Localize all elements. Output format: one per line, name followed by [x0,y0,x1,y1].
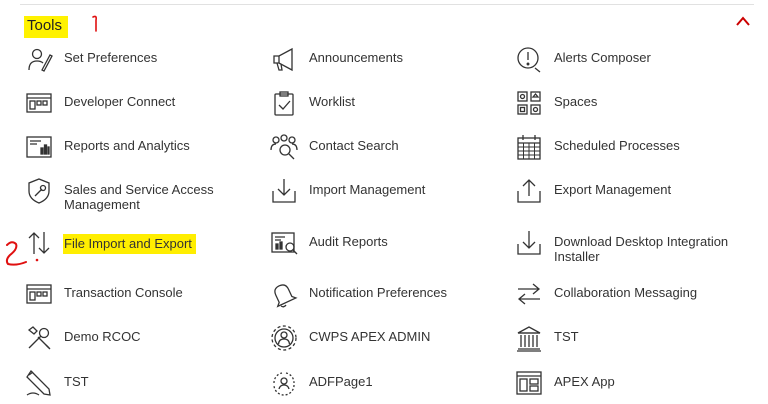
tool-announcements[interactable]: Announcements [270,47,403,73]
tool-label: Collaboration Messaging [554,285,698,300]
tool-transaction-console[interactable]: Transaction Console [25,284,183,308]
up-down-arrows-icon [25,229,53,257]
tool-label: Scheduled Processes [554,138,680,153]
tool-import-management[interactable]: Import Management [270,179,426,205]
tool-scheduled-processes[interactable]: Scheduled Processes [515,135,680,161]
tool-sales-service-access-management[interactable]: Sales and Service Access Management [25,178,254,212]
tool-label: Demo RCOC [64,329,141,344]
tool-reports-and-analytics[interactable]: Reports and Analytics [25,136,190,161]
tool-label: Developer Connect [64,94,176,109]
swap-arrows-icon [515,280,543,308]
tool-label: Worklist [309,94,355,109]
section-title: Tools [24,16,69,38]
gear-user-icon [270,324,298,352]
tool-label: Set Preferences [64,50,158,65]
report-icon [25,133,53,161]
export-icon [515,177,543,205]
bell-icon [270,280,298,308]
tool-label: Notification Preferences [309,285,448,300]
tools-icon [25,324,53,352]
tool-tst-pen[interactable]: TST [25,369,89,397]
tool-label: TST [64,374,89,389]
tool-notification-preferences[interactable]: Notification Preferences [270,284,448,308]
tool-label: Export Management [554,182,672,197]
tool-label: TST [554,329,579,344]
annotation-mark-1 [92,15,97,32]
tool-cwps-apex-admin[interactable]: CWPS APEX ADMIN [270,325,431,352]
building-icon [515,324,543,352]
pen-icon [25,369,53,397]
calendar-icon [515,133,543,161]
app-window-icon [515,369,543,397]
tool-label: APEX App [554,374,615,389]
tool-label: Audit Reports [309,234,388,249]
grid-icon [515,89,543,117]
console-icon [25,89,53,117]
download-icon [515,229,543,257]
tool-label: Alerts Composer [554,50,651,65]
chevron-up-icon[interactable] [734,14,752,28]
audit-report-icon [270,229,298,257]
tool-label: Reports and Analytics [64,138,190,153]
tool-label: Download Desktop Integration Installer [554,234,729,264]
megaphone-icon [270,45,298,73]
top-divider [20,4,754,5]
tool-alerts-composer[interactable]: Alerts Composer [515,47,651,73]
tool-adfpage1[interactable]: ADFPage1 [270,372,373,397]
tool-set-preferences[interactable]: Set Preferences [25,48,158,73]
tool-label: Import Management [309,182,426,197]
alert-icon [515,45,543,73]
tool-audit-reports[interactable]: Audit Reports [270,232,388,257]
user-pen-icon [25,45,53,73]
cycle-user-icon [270,369,298,397]
tool-apex-app[interactable]: APEX App [515,371,615,397]
tool-export-management[interactable]: Export Management [515,179,672,205]
contact-search-icon [270,133,298,161]
tool-label: Announcements [309,50,403,65]
tool-collaboration-messaging[interactable]: Collaboration Messaging [515,283,698,308]
tool-download-desktop-integration-installer[interactable]: Download Desktop Integration Installer [515,231,744,264]
tool-label: CWPS APEX ADMIN [309,329,431,344]
tool-label: Transaction Console [64,285,183,300]
clipboard-check-icon [270,89,298,117]
tool-demo-rcoc[interactable]: Demo RCOC [25,326,141,352]
tool-label: File Import and Export [63,234,196,254]
tool-tst-building[interactable]: TST [515,326,579,352]
tool-contact-search[interactable]: Contact Search [270,134,399,161]
import-icon [270,177,298,205]
tool-developer-connect[interactable]: Developer Connect [25,93,176,117]
tool-label: Spaces [554,94,598,109]
tool-file-import-and-export[interactable]: File Import and Export [25,232,196,257]
tool-label: Sales and Service Access Management [64,182,214,212]
console-icon [25,280,53,308]
tool-worklist[interactable]: Worklist [270,91,355,117]
tool-label: ADFPage1 [309,374,373,389]
shield-wrench-icon [25,177,53,205]
tool-spaces[interactable]: Spaces [515,91,598,117]
tool-label: Contact Search [309,138,399,153]
